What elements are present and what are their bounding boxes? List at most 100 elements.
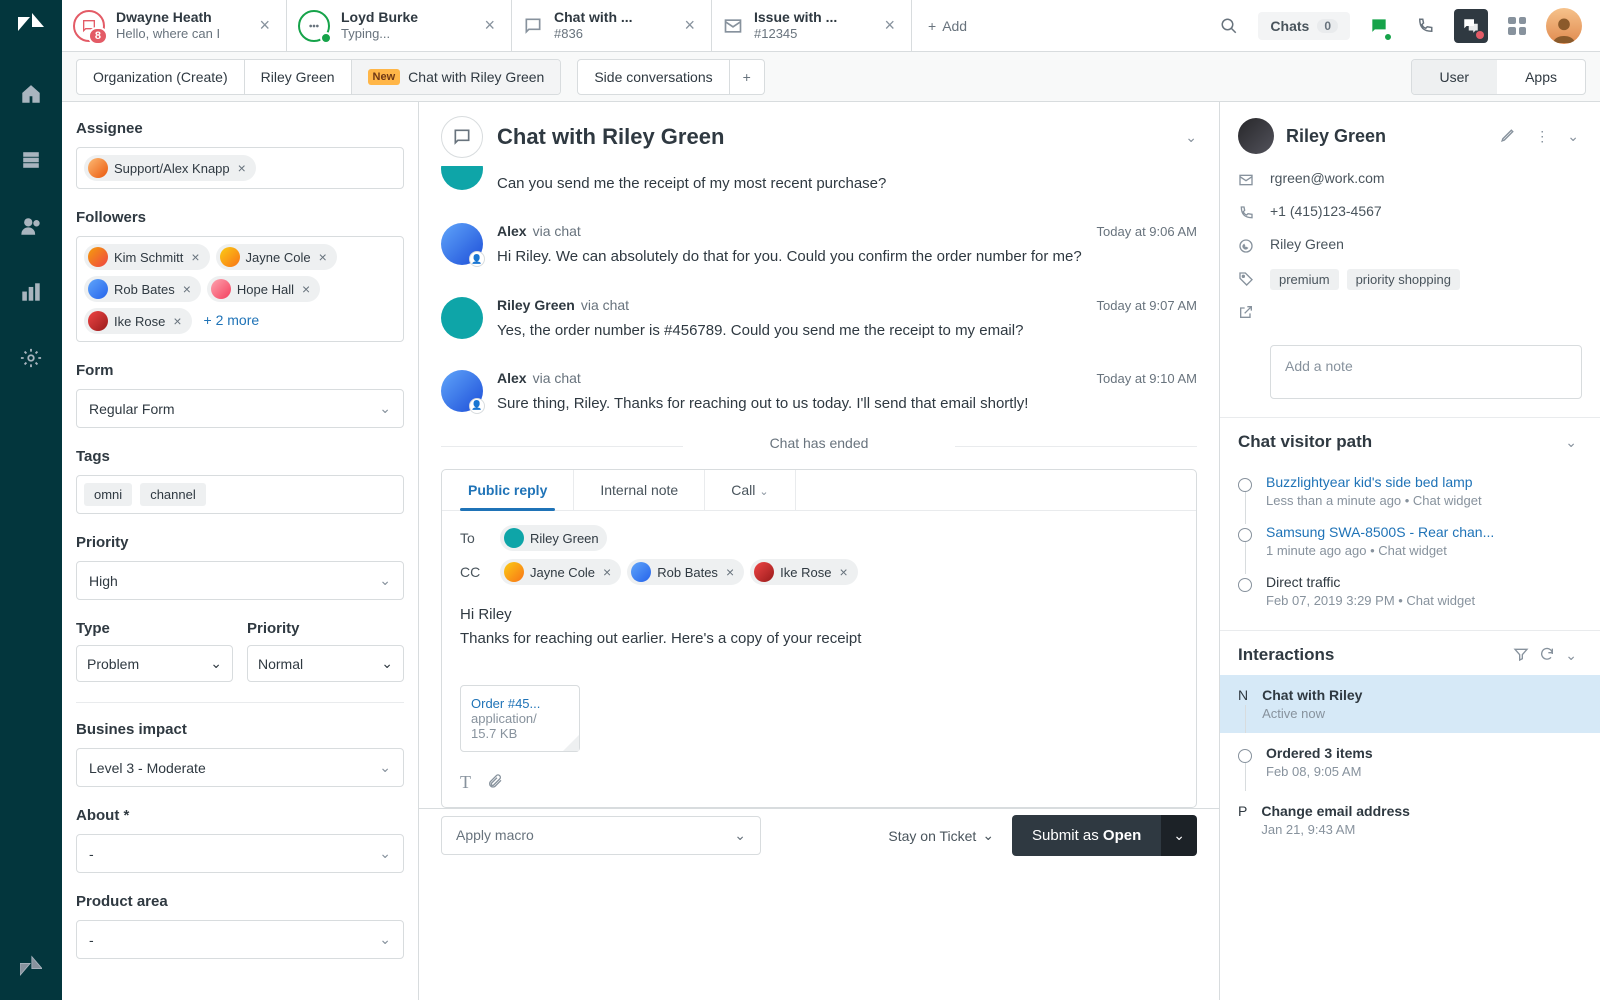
add-tab-button[interactable]: +Add [912,0,983,51]
tag[interactable]: channel [140,483,206,506]
tab-subtitle: #12345 [754,26,837,42]
path-item[interactable]: Buzzlightyear kid's side bed lamp Less th… [1238,466,1582,516]
product-area-select[interactable]: -⌄ [76,920,404,959]
chevron-down-icon[interactable]: ⌄ [1560,647,1582,664]
submit-dropdown-button[interactable]: ⌄ [1161,815,1197,856]
add-side-conversation-button[interactable]: + [730,60,764,94]
customers-icon[interactable] [11,206,51,246]
followers-more-link[interactable]: + 2 more [198,308,266,334]
chevron-down-icon[interactable]: ⌄ [1185,129,1197,146]
follower-name: Hope Hall [237,282,294,297]
interactions-title: Interactions [1238,645,1508,665]
tag[interactable]: omni [84,483,132,506]
attachment-name: Order #45... [471,696,569,711]
user-avatar[interactable] [1546,8,1582,44]
home-icon[interactable] [11,74,51,114]
remove-icon[interactable]: × [236,160,248,176]
tags-field[interactable]: omni channel [76,475,404,514]
form-select[interactable]: Regular Form⌄ [76,389,404,428]
apps-grid-icon[interactable] [1500,9,1534,43]
conversation-panel: Chat with Riley Green ⌄ Can you send me … [419,102,1220,1000]
tab-chat[interactable]: Chat with ...#836 × [512,0,712,51]
cc-pill[interactable]: Jayne Cole× [500,559,621,585]
assignee-field[interactable]: Support/Alex Knapp× [76,147,404,189]
contact-phone[interactable]: +1 (415)123-4567 [1270,203,1382,219]
interaction-item[interactable]: Ordered 3 itemsFeb 08, 9:05 AM [1220,733,1600,791]
chat-status-icon[interactable] [1362,9,1396,43]
chats-button[interactable]: Chats0 [1258,12,1350,40]
filter-icon[interactable] [1508,646,1534,665]
remove-icon[interactable]: × [724,564,736,580]
remove-icon[interactable]: × [300,281,312,297]
search-icon[interactable] [1212,9,1246,43]
tab-dwayne[interactable]: 8 Dwayne HeathHello, where can I × [62,0,287,51]
user-tag[interactable]: priority shopping [1347,269,1460,290]
composer-tab-public[interactable]: Public reply [442,470,574,510]
edit-icon[interactable] [1497,126,1520,146]
path-meta: Less than a minute ago • Chat widget [1266,493,1482,508]
subtab-riley[interactable]: Riley Green [245,60,352,94]
phone-icon[interactable] [1408,9,1442,43]
side-conversations-button[interactable]: Side conversations [578,60,729,94]
followers-field[interactable]: Kim Schmitt× Jayne Cole× Rob Bates× Hope… [76,236,404,342]
product-area-label: Product area [76,893,404,910]
settings-icon[interactable] [11,338,51,378]
close-icon[interactable]: × [682,15,697,36]
chevron-down-icon[interactable]: ⌄ [1560,434,1582,451]
unread-badge: 8 [88,27,108,45]
path-item[interactable]: Direct trafficFeb 07, 2019 3:29 PM • Cha… [1238,566,1582,616]
attach-icon[interactable] [487,772,503,793]
interaction-item[interactable]: P Change email addressJan 21, 9:43 AM [1220,791,1600,849]
message-via: via chat [581,297,629,313]
zendesk-logo[interactable] [11,946,51,986]
close-icon[interactable]: × [482,15,497,36]
close-icon[interactable]: × [882,15,897,36]
remove-icon[interactable]: × [601,564,613,580]
text-format-icon[interactable]: T [460,772,471,793]
type-select[interactable]: Problem⌄ [76,645,233,682]
priority-select[interactable]: High⌄ [76,561,404,600]
path-title[interactable]: Buzzlightyear kid's side bed lamp [1266,474,1482,490]
contact-whatsapp[interactable]: Riley Green [1270,236,1344,252]
subtab-organization[interactable]: Organization (Create) [77,60,245,94]
add-note-input[interactable]: Add a note [1270,345,1582,399]
tab-loyd[interactable]: Loyd BurkeTyping... × [287,0,512,51]
conversations-icon[interactable] [1454,9,1488,43]
subtab-chat[interactable]: NewChat with Riley Green [352,60,561,94]
chevron-down-icon[interactable]: ⌄ [1564,128,1582,145]
panel-tab-apps[interactable]: Apps [1497,60,1585,94]
interaction-item[interactable]: N Chat with RileyActive now [1220,675,1600,733]
brand-logo[interactable] [17,8,45,36]
remove-icon[interactable]: × [189,249,201,265]
cc-pill[interactable]: Rob Bates× [627,559,744,585]
mail-icon [722,15,744,37]
cc-pill[interactable]: Ike Rose× [750,559,858,585]
tab-issue[interactable]: Issue with ...#12345 × [712,0,912,51]
remove-icon[interactable]: × [837,564,849,580]
remove-icon[interactable]: × [171,313,183,329]
chevron-down-icon: ⌄ [982,827,994,844]
remove-icon[interactable]: × [181,281,193,297]
stay-on-ticket-button[interactable]: Stay on Ticket⌄ [888,827,994,844]
composer-tab-call[interactable]: Call⌄ [705,470,795,510]
business-impact-select[interactable]: Level 3 - Moderate⌄ [76,748,404,787]
composer-tab-internal[interactable]: Internal note [574,470,705,510]
path-item[interactable]: Samsung SWA-8500S - Rear chan...1 minute… [1238,516,1582,566]
close-icon[interactable]: × [257,15,272,36]
views-icon[interactable] [11,140,51,180]
recipient-pill[interactable]: Riley Green [500,525,607,551]
refresh-icon[interactable] [1534,646,1560,665]
user-tag[interactable]: premium [1270,269,1339,290]
priority2-select[interactable]: Normal⌄ [247,645,404,682]
about-select[interactable]: -⌄ [76,834,404,873]
more-icon[interactable]: ⋮ [1532,128,1552,145]
contact-email[interactable]: rgreen@work.com [1270,170,1385,186]
reports-icon[interactable] [11,272,51,312]
panel-tab-user[interactable]: User [1412,60,1498,94]
attachment-card[interactable]: Order #45... application/ 15.7 KB [460,685,580,752]
remove-icon[interactable]: × [317,249,329,265]
apply-macro-select[interactable]: Apply macro⌄ [441,816,761,855]
path-title[interactable]: Samsung SWA-8500S - Rear chan... [1266,524,1494,540]
submit-button[interactable]: Submit as Open [1012,815,1161,856]
composer-textarea[interactable]: Hi Riley Thanks for reaching out earlier… [442,589,1196,679]
